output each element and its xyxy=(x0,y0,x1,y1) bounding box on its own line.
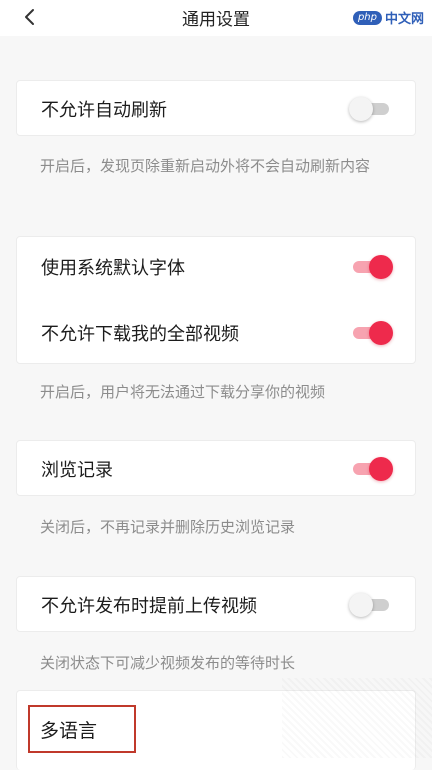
setting-row-history[interactable]: 浏览记录 xyxy=(17,441,415,497)
toggle-knob xyxy=(369,255,393,279)
image-noise-overlay xyxy=(282,678,432,758)
setting-desc-download-videos: 开启后，用户将无法通过下载分享你的视频 xyxy=(40,383,326,401)
setting-desc-pre-upload: 关闭状态下可减少视频发布的等待时长 xyxy=(40,654,296,672)
top-bar: 通用设置 php 中文网 xyxy=(0,0,432,36)
history-toggle[interactable] xyxy=(351,457,393,481)
settings-card-font-download: 使用系统默认字体 不允许下载我的全部视频 xyxy=(16,236,416,364)
setting-label-pre-upload: 不允许发布时提前上传视频 xyxy=(41,596,257,617)
watermark-badge: php xyxy=(352,10,382,25)
setting-desc-auto-refresh: 开启后，发现页除重新启动外将不会自动刷新内容 xyxy=(40,157,371,175)
toggle-knob xyxy=(349,97,373,121)
system-font-toggle[interactable] xyxy=(351,255,393,279)
settings-card-refresh: 不允许自动刷新 xyxy=(16,80,416,136)
watermark: php 中文网 xyxy=(352,8,424,27)
toggle-knob xyxy=(349,593,373,617)
toggle-knob xyxy=(369,321,393,345)
setting-desc-history: 关闭后，不再记录并删除历史浏览记录 xyxy=(40,518,296,536)
setting-label-system-font: 使用系统默认字体 xyxy=(41,258,185,279)
setting-label-auto-refresh: 不允许自动刷新 xyxy=(41,100,167,121)
download-videos-toggle[interactable] xyxy=(351,321,393,345)
setting-label-history: 浏览记录 xyxy=(41,460,113,481)
settings-card-history: 浏览记录 xyxy=(16,440,416,496)
setting-label-download-videos: 不允许下载我的全部视频 xyxy=(41,324,239,345)
settings-card-upload: 不允许发布时提前上传视频 xyxy=(16,576,416,632)
setting-label-language: 多语言 xyxy=(40,719,98,742)
auto-refresh-toggle[interactable] xyxy=(349,97,391,121)
language-item-highlighted[interactable]: 多语言 xyxy=(28,705,136,753)
setting-row-download-videos[interactable]: 不允许下载我的全部视频 xyxy=(17,305,415,361)
watermark-text: 中文网 xyxy=(384,12,424,27)
setting-row-system-font[interactable]: 使用系统默认字体 xyxy=(17,239,415,295)
setting-row-pre-upload[interactable]: 不允许发布时提前上传视频 xyxy=(17,577,415,633)
toggle-knob xyxy=(369,457,393,481)
setting-row-auto-refresh[interactable]: 不允许自动刷新 xyxy=(17,81,415,137)
pre-upload-toggle[interactable] xyxy=(349,593,391,617)
